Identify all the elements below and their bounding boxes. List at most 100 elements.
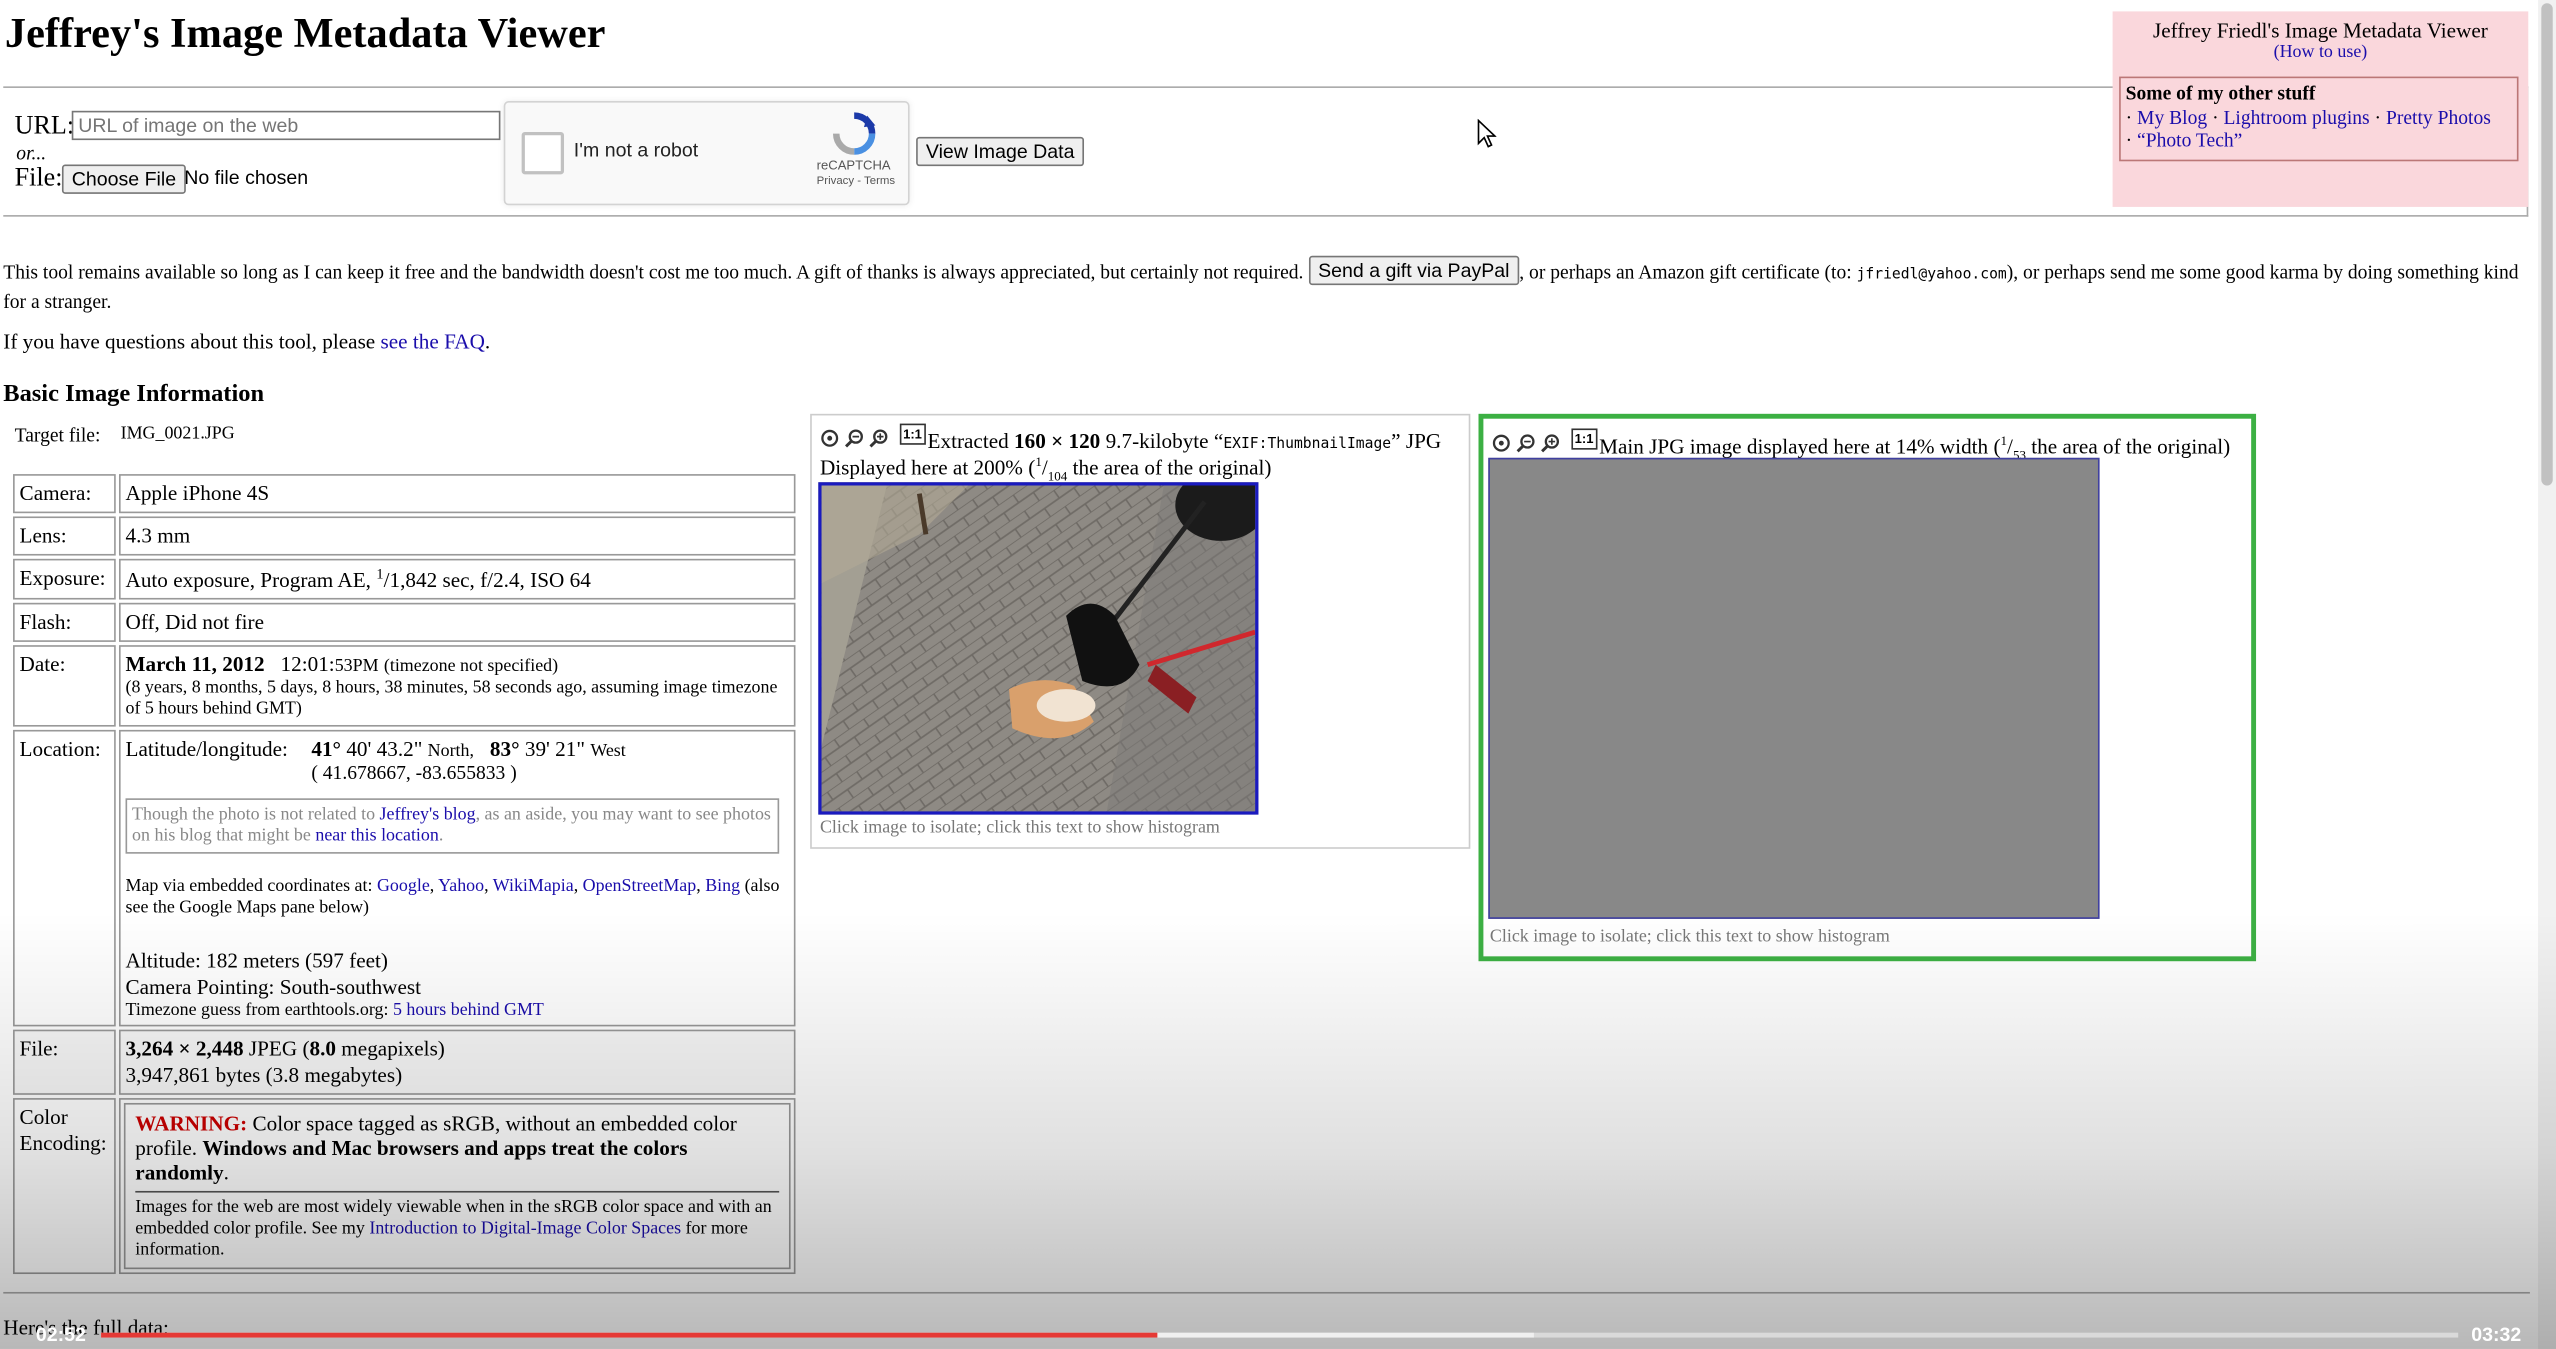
main-zoom-out-icon[interactable] — [1516, 432, 1536, 453]
main-image[interactable] — [1488, 457, 2100, 919]
photo-tech-link[interactable]: “Photo Tech” — [2137, 129, 2242, 152]
location-row: Location: Latitude/longitude: 41° 40' 43… — [13, 730, 796, 1027]
thumbnail-displayed-text: Displayed here at 200% (1/104 the area o… — [819, 454, 1272, 484]
camera-row: Camera: Apple iPhone 4S — [13, 474, 796, 514]
map-bing-link[interactable]: Bing — [705, 877, 740, 897]
color-encoding-label: Color Encoding: — [13, 1098, 116, 1275]
recaptcha-privacy-link[interactable]: Privacy — [817, 176, 854, 187]
no-file-text: No file chosen — [184, 166, 309, 189]
near-this-location-link[interactable]: near this location — [315, 827, 439, 847]
faq-link[interactable]: see the FAQ — [381, 329, 485, 353]
how-to-use-link[interactable]: (How to use) — [2113, 42, 2529, 62]
map-links-line: Map via embedded coordinates at: Google,… — [125, 877, 780, 918]
target-file-label: Target file: — [14, 423, 101, 447]
thumbnail-image[interactable] — [818, 482, 1259, 815]
lens-value: 4.3 mm — [118, 516, 796, 556]
video-progress-bar[interactable] — [101, 1332, 2459, 1338]
main-actual-size-icon[interactable]: 1:1 — [1571, 428, 1597, 450]
other-stuff-box: Some of my other stuff · My Blog · Light… — [2119, 76, 2519, 162]
basic-info-heading: Basic Image Information — [3, 381, 265, 408]
color-warning-text: WARNING: Color space tagged as sRGB, wit… — [135, 1111, 737, 1185]
date-label: Date: — [13, 645, 116, 728]
mouse-cursor-icon — [1477, 118, 1497, 148]
pretty-photos-link[interactable]: Pretty Photos — [2386, 106, 2491, 129]
side-panel-title[interactable]: Jeffrey Friedl's Image Metadata Viewer — [2113, 18, 2529, 44]
color-encoding-cell: WARNING: Color space tagged as sRGB, wit… — [118, 1098, 796, 1275]
flash-row: Flash: Off, Did not fire — [13, 603, 796, 643]
zoom-in-icon[interactable] — [869, 427, 889, 448]
side-panel: Jeffrey Friedl's Image Metadata Viewer (… — [2112, 11, 2529, 207]
url-label: URL: — [14, 112, 75, 141]
recaptcha-checkbox[interactable] — [521, 131, 565, 175]
my-blog-link[interactable]: My Blog — [2137, 106, 2207, 129]
recaptcha-brand: reCAPTCHA — [816, 158, 891, 173]
url-label-wrap: URL: — [15, 112, 74, 141]
map-google-link[interactable]: Google — [377, 877, 430, 897]
lens-label: Lens: — [13, 516, 116, 556]
location-label: Location: — [13, 730, 116, 1027]
map-yahoo-link[interactable]: Yahoo — [438, 877, 484, 897]
lightroom-plugins-link[interactable]: Lightroom plugins — [2223, 106, 2369, 129]
warning-word: WARNING: — [135, 1111, 248, 1137]
latlong-block: Latitude/longitude: 41° 40' 43.2" North,… — [126, 737, 789, 789]
file-dims: 3,264 × 2,448 — [125, 1036, 244, 1062]
section-divider — [3, 1291, 2530, 1294]
basic-info-table: Camera: Apple iPhone 4S Lens: 4.3 mm Exp… — [10, 471, 799, 1278]
view-image-data-button[interactable]: View Image Data — [916, 136, 1085, 167]
video-progress-fill — [101, 1332, 1158, 1338]
time-value: 12:01: — [280, 652, 335, 677]
flash-value: Off, Did not fire — [118, 603, 796, 643]
paypal-gift-button[interactable]: Send a gift via PayPal — [1308, 255, 1520, 286]
latlong-value: 41° 40' 43.2" North, 83° 39' 21" West — [311, 736, 626, 762]
choose-file-button[interactable]: Choose File — [61, 164, 186, 194]
rotate-icon[interactable] — [820, 427, 840, 447]
lens-row: Lens: 4.3 mm — [13, 516, 796, 556]
camera-value: Apple iPhone 4S — [118, 474, 796, 514]
timezone-guess: Timezone guess from earthtools.org: 5 ho… — [125, 1000, 544, 1021]
target-file-value: IMG_0021.JPG — [120, 423, 235, 444]
thumbnail-extracted-text: Extracted 160 × 120 9.7-kilobyte “EXIF:T… — [927, 428, 1442, 453]
other-stuff-links: · My Blog · Lightroom plugins · Pretty P… — [2125, 105, 2491, 152]
date-row: Date: March 11, 2012 12:01:53PM (timezon… — [13, 645, 796, 728]
timezone-note: (timezone not specified) — [383, 657, 559, 677]
file-row: File: 3,264 × 2,448 JPEG (8.0 megapixels… — [13, 1030, 796, 1096]
main-zoom-in-icon[interactable] — [1540, 432, 1560, 453]
camera-pointing-value: Camera Pointing: South-southwest — [125, 974, 422, 1000]
main-rotate-icon[interactable] — [1492, 432, 1512, 452]
page-scrollbar-track[interactable] — [2538, 0, 2556, 1349]
zoom-out-icon[interactable] — [844, 427, 864, 448]
main-image-caption[interactable]: Click image to isolate; click this text … — [1490, 927, 1890, 947]
amazon-email: jfriedl@yahoo.com — [1856, 267, 2007, 284]
latlong-label: Latitude/longitude: — [125, 736, 288, 762]
file-label: File: — [13, 1030, 116, 1096]
exposure-value: Auto exposure, Program AE, 1/1,842 sec, … — [118, 558, 796, 601]
date-ago: (8 years, 8 months, 5 days, 8 hours, 38 … — [125, 678, 778, 720]
camera-label: Camera: — [13, 474, 116, 514]
exposure-label: Exposure: — [13, 558, 116, 601]
file-label-wrap: File: — [15, 165, 63, 194]
recaptcha-label: I'm not a robot — [573, 138, 699, 162]
recaptcha-terms-link[interactable]: Terms — [864, 176, 895, 187]
thumbnail-caption[interactable]: Click image to isolate; click this text … — [820, 818, 1220, 838]
timezone-guess-link[interactable]: 5 hours behind GMT — [393, 1001, 544, 1021]
map-wikimapia-link[interactable]: WikiMapia — [493, 877, 574, 897]
blog-note-box: Though the photo is not related to Jeffr… — [125, 798, 780, 855]
other-stuff-heading: Some of my other stuff — [2125, 81, 2316, 105]
actual-size-icon[interactable]: 1:1 — [899, 423, 926, 445]
color-spaces-intro-link[interactable]: Introduction to Digital-Image Color Spac… — [369, 1219, 681, 1239]
map-openstreetmap-link[interactable]: OpenStreetMap — [583, 877, 697, 897]
video-elapsed-time: 02:52 — [35, 1322, 86, 1346]
jeffreys-blog-link[interactable]: Jeffrey's blog — [380, 805, 476, 825]
url-input[interactable] — [71, 110, 501, 141]
exposure-row: Exposure: Auto exposure, Program AE, 1/1… — [13, 558, 796, 601]
location-value-cell: Latitude/longitude: 41° 40' 43.2" North,… — [118, 730, 796, 1027]
intro-paragraph: This tool remains available so long as I… — [3, 255, 2522, 314]
file-value-cell: 3,264 × 2,448 JPEG (8.0 megapixels) 3,94… — [118, 1030, 796, 1096]
date-value-cell: March 11, 2012 12:01:53PM (timezone not … — [118, 645, 796, 728]
color-space-note: Images for the web are most widely viewa… — [135, 1191, 780, 1261]
faq-line: If you have questions about this tool, p… — [3, 329, 491, 354]
recaptcha-links: Privacy - Terms — [816, 175, 896, 188]
altitude-value: Altitude: 182 meters (597 feet) — [125, 948, 388, 974]
page-scrollbar-thumb[interactable] — [2541, 3, 2553, 486]
page-title: Jeffrey's Image Metadata Viewer — [4, 9, 606, 58]
